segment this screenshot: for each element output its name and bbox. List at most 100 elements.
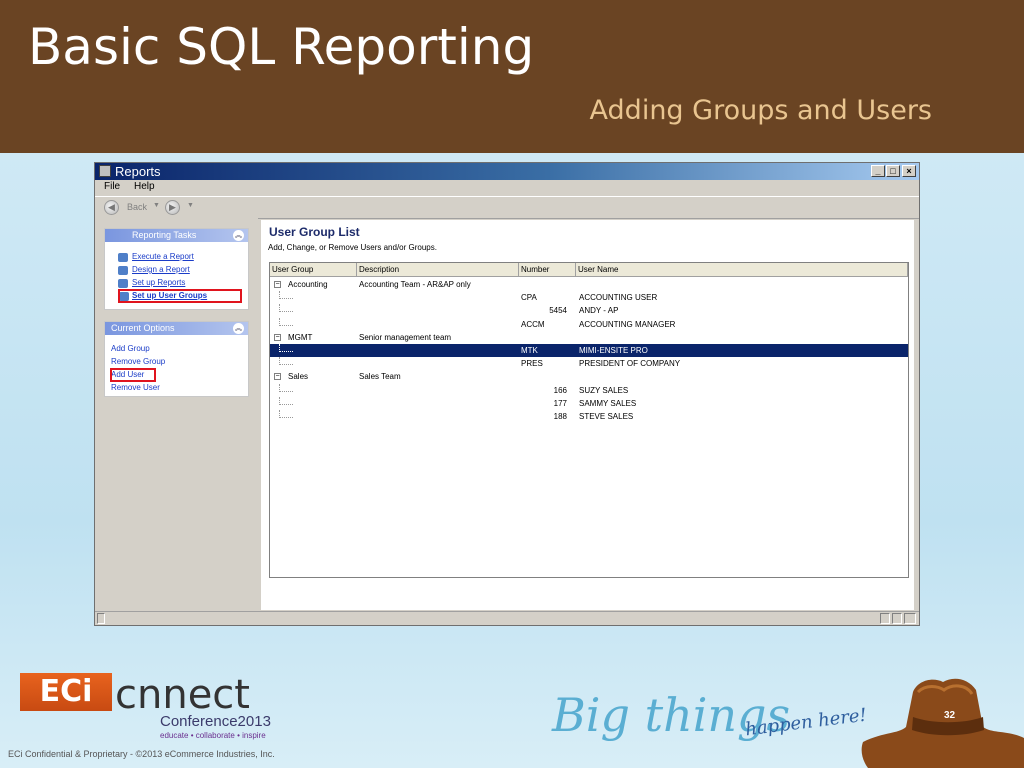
forward-arrow-icon[interactable]: ▶ [165, 200, 180, 215]
cell-description: Sales Team [359, 372, 401, 382]
tree-connector [279, 396, 293, 405]
reporting-tasks-title: Reporting Tasks [132, 230, 197, 240]
conference-tagline: educate • collaborate • inspire [160, 731, 266, 740]
tree-connector [279, 383, 293, 392]
footer-copyright: ECi Confidential & Proprietary - ©2013 e… [8, 749, 275, 759]
current-options-panel: Current Options ︽ Add Group Remove Group… [104, 321, 249, 397]
cell-number: ACCM [521, 319, 545, 329]
reporting-tasks-header[interactable]: Reporting Tasks ︽ [105, 229, 248, 242]
cell-user-group: Accounting [288, 280, 328, 289]
group-row[interactable]: − MGMT Senior management team [270, 331, 908, 344]
cell-number: 166 [553, 385, 567, 395]
collapse-tree-icon[interactable]: − [274, 373, 281, 381]
status-panel [880, 613, 890, 624]
current-options-header[interactable]: Current Options ︽ [105, 322, 248, 335]
cell-number: 177 [553, 398, 567, 408]
user-group-grid: User Group Description Number User Name … [269, 262, 909, 578]
reports-app-icon [99, 165, 111, 177]
page-description: Add, Change, or Remove Users and/or Grou… [268, 243, 437, 252]
user-row[interactable]: 166 SUZY SALES [270, 383, 908, 397]
tree-connector [279, 357, 293, 366]
connect-logo: cnnect [115, 672, 250, 718]
back-arrow-icon[interactable]: ◀ [104, 200, 119, 215]
option-add-group[interactable]: Add Group [111, 344, 150, 353]
user-row[interactable]: 188 STEVE SALES [270, 410, 908, 423]
tree-connector [279, 304, 293, 313]
cell-number: 188 [553, 412, 567, 421]
cell-user-group: Sales [288, 372, 309, 382]
tree-connector [279, 291, 293, 300]
tasks-pane: Reporting Tasks ︽ Execute a Report Desig… [95, 218, 258, 611]
option-remove-user[interactable]: Remove User [111, 383, 160, 392]
current-options-title: Current Options [111, 323, 175, 333]
task-design-report[interactable]: Design a Report [132, 265, 190, 274]
execute-report-icon [118, 253, 128, 262]
window-title: Reports [115, 164, 161, 179]
cell-number: 5454 [549, 306, 567, 316]
col-header-user-group[interactable]: User Group [270, 263, 357, 277]
collapse-tree-icon[interactable]: − [274, 281, 281, 288]
user-row[interactable]: CPA ACCOUNTING USER [270, 291, 908, 304]
group-row[interactable]: − Accounting Accounting Team - AR&AP only [270, 278, 908, 291]
forward-dropdown-icon[interactable]: ▼ [187, 202, 194, 209]
tree-connector [279, 410, 293, 418]
back-dropdown-icon[interactable]: ▼ [153, 202, 160, 209]
tree-connector [279, 317, 293, 326]
cell-user-group: MGMT [288, 332, 313, 342]
cell-user-name: SAMMY SALES [579, 398, 637, 408]
status-panel [97, 613, 105, 624]
cell-user-name: SUZY SALES [579, 385, 629, 395]
cowboy-hat-icon [861, 678, 1024, 768]
cell-description: Accounting Team - AR&AP only [359, 280, 471, 289]
slide-subtitle: Adding Groups and Users [589, 95, 932, 126]
menu-help[interactable]: Help [134, 181, 155, 192]
menu-bar: File Help [95, 180, 919, 195]
setup-reports-icon [118, 279, 128, 288]
minimize-button[interactable]: _ [871, 165, 885, 177]
maximize-button[interactable]: □ [886, 165, 900, 177]
user-row[interactable]: PRES PRESIDENT OF COMPANY [270, 357, 908, 370]
cell-description: Senior management team [359, 332, 452, 342]
collapse-tree-icon[interactable]: − [274, 333, 281, 341]
cell-user-name: STEVE SALES [579, 412, 634, 421]
tree-connector [279, 344, 293, 352]
user-row[interactable]: MTK MIMI-ENSITE PRO [270, 344, 908, 357]
group-row[interactable]: − Sales Sales Team [270, 370, 908, 383]
close-button[interactable]: × [902, 165, 916, 177]
menu-file[interactable]: File [104, 181, 120, 192]
col-header-user-name[interactable]: User Name [576, 263, 908, 277]
task-setup-reports[interactable]: Set up Reports [132, 278, 185, 287]
window-titlebar[interactable]: Reports _ □ × [95, 163, 919, 180]
user-group-list-view: User Group List Add, Change, or Remove U… [261, 220, 914, 610]
collapse-chevron-icon[interactable]: ︽ [233, 323, 244, 334]
cell-user-name: ACCOUNTING MANAGER [579, 319, 676, 329]
task-execute-report[interactable]: Execute a Report [132, 252, 194, 261]
conference-label: Conference2013 [160, 713, 271, 730]
user-row[interactable]: ACCM ACCOUNTING MANAGER [270, 317, 908, 331]
reports-window: Reports _ □ × File Help ◀ Back ▼ ▶ ▼ Rep… [94, 162, 920, 626]
eci-logo: ECi [20, 673, 112, 711]
page-title: User Group List [269, 225, 360, 239]
cell-number: CPA [521, 293, 537, 303]
resize-grip-icon[interactable] [904, 613, 916, 624]
user-row[interactable]: 177 SAMMY SALES [270, 396, 908, 410]
cell-user-name: ACCOUNTING USER [579, 293, 658, 303]
cell-user-name: ANDY - AP [579, 306, 619, 316]
col-header-description[interactable]: Description [357, 263, 519, 277]
slide-title: Basic SQL Reporting [28, 18, 535, 76]
status-panel [892, 613, 902, 624]
cell-number: MTK [521, 346, 538, 355]
col-header-number[interactable]: Number [519, 263, 576, 277]
toolbar: ◀ Back ▼ ▶ ▼ [95, 196, 919, 219]
design-report-icon [118, 266, 128, 275]
collapse-chevron-icon[interactable]: ︽ [233, 230, 244, 241]
highlight-box [110, 368, 156, 382]
option-remove-group[interactable]: Remove Group [111, 357, 165, 366]
highlight-box [118, 289, 242, 303]
back-button-label[interactable]: Back [127, 202, 147, 212]
cell-number: PRES [521, 359, 543, 369]
reporting-tasks-panel: Reporting Tasks ︽ Execute a Report Desig… [104, 228, 249, 310]
page-number: 32 [944, 710, 956, 721]
user-row[interactable]: 5454 ANDY - AP [270, 304, 908, 317]
cell-user-name: PRESIDENT OF COMPANY [579, 359, 681, 369]
